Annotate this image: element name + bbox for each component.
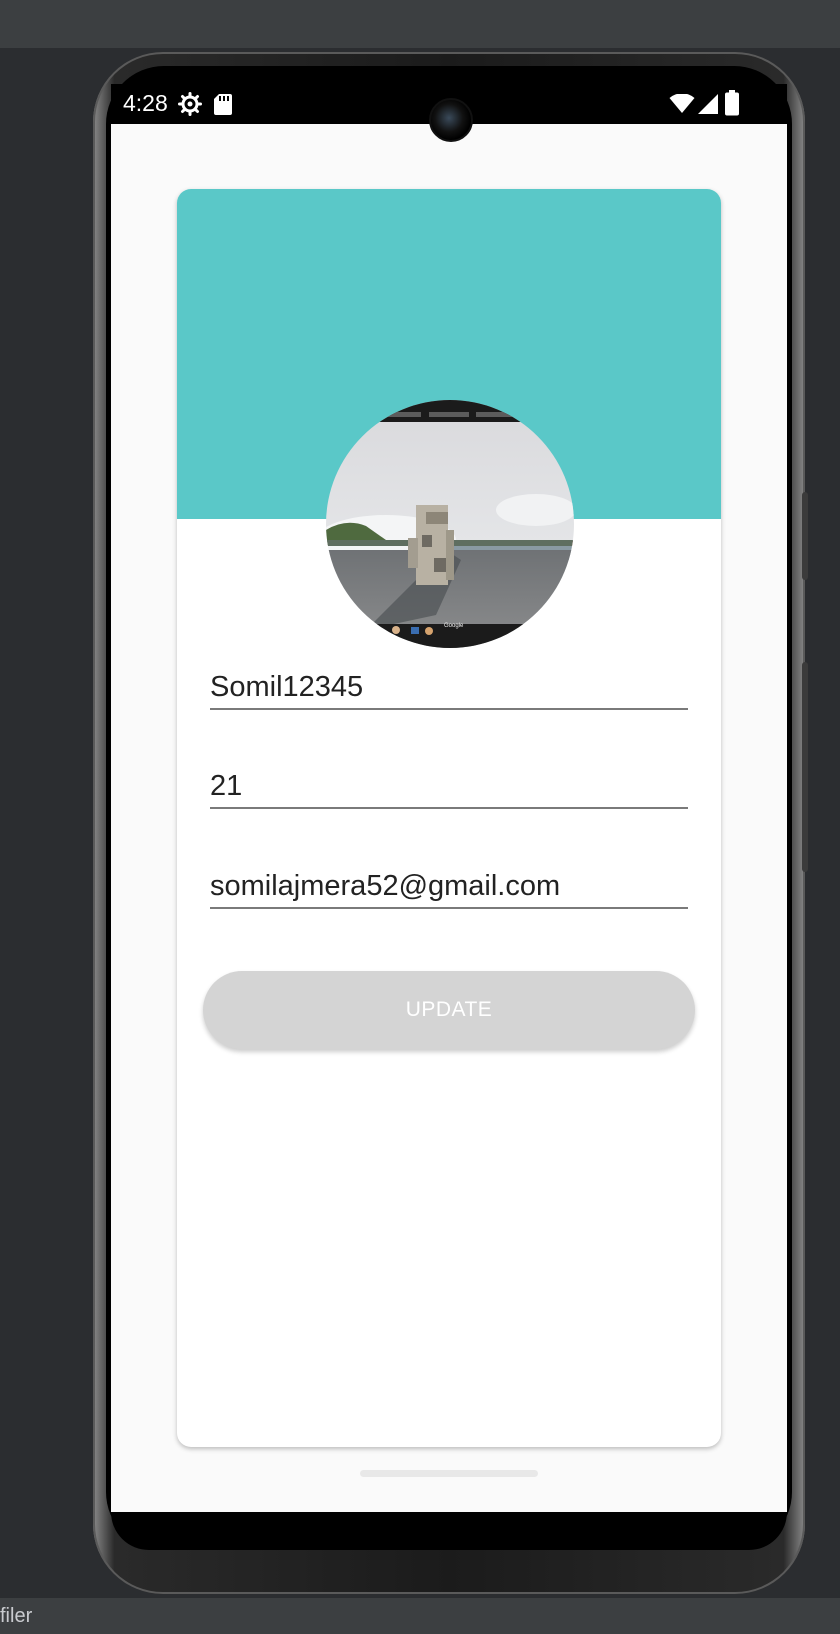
update-button[interactable]: UPDATE xyxy=(203,971,695,1049)
ide-status-bar: filer xyxy=(0,1598,840,1634)
battery-icon xyxy=(725,90,739,121)
profile-card: Google UPDATE xyxy=(177,189,721,1447)
wifi-icon xyxy=(669,93,695,119)
email-field[interactable] xyxy=(210,863,688,909)
home-indicator[interactable] xyxy=(360,1470,538,1477)
age-field[interactable] xyxy=(210,763,688,809)
svg-text:Google: Google xyxy=(444,623,464,629)
ide-status-label: filer xyxy=(0,1605,33,1627)
power-button xyxy=(802,492,808,580)
gear-icon xyxy=(178,92,202,121)
signal-icon xyxy=(697,93,719,120)
profile-avatar[interactable]: Google xyxy=(326,400,574,648)
age-input[interactable] xyxy=(210,770,688,803)
avatar-photo: Google xyxy=(326,400,574,648)
status-time: 4:28 xyxy=(123,90,168,116)
username-field[interactable] xyxy=(210,664,688,710)
sd-card-icon xyxy=(213,92,233,121)
front-camera xyxy=(429,98,473,142)
ide-toolbar xyxy=(0,0,840,48)
username-input[interactable] xyxy=(210,671,688,704)
navigation-bar xyxy=(111,1512,787,1550)
volume-button xyxy=(802,662,808,872)
email-input[interactable] xyxy=(210,870,688,903)
device-screen: 4:28 Google Somil12345 21 somilajmera52@… xyxy=(111,84,787,1512)
